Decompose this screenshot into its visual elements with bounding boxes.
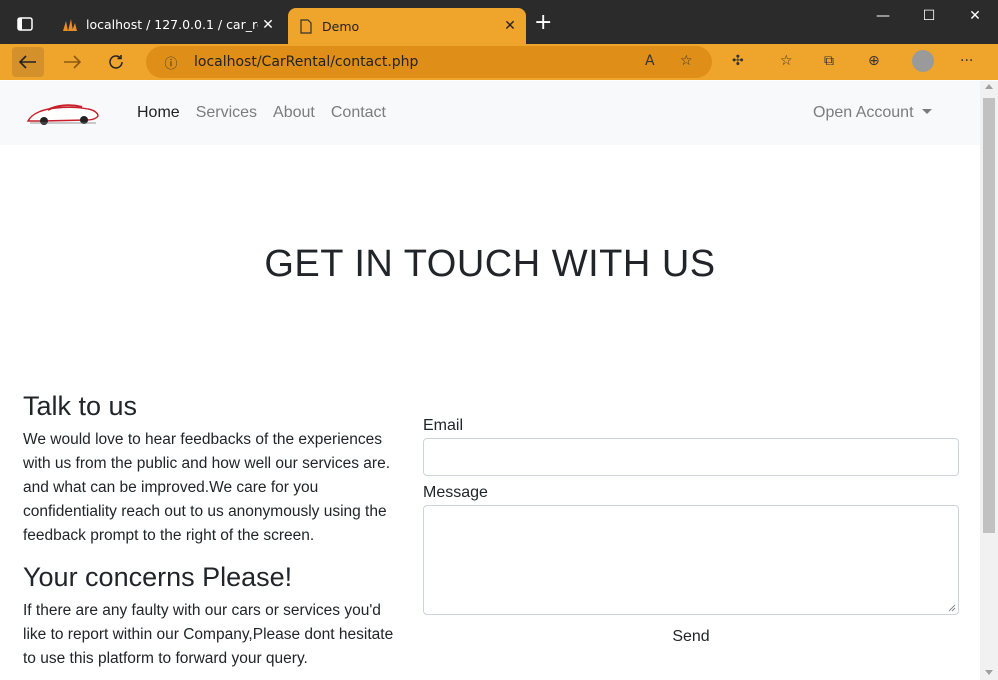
more-menu-icon[interactable]: ··· <box>960 53 973 69</box>
favorite-add-icon[interactable]: ☆ <box>680 53 693 69</box>
tab-actions-icon <box>17 17 33 31</box>
refresh-icon <box>109 55 123 69</box>
phpmyadmin-icon <box>62 17 78 33</box>
scroll-down-icon[interactable] <box>985 670 993 675</box>
tab-actions-button[interactable] <box>8 9 42 39</box>
close-window-button[interactable]: ✕ <box>952 8 998 24</box>
browser-tab-bar: localhost / 127.0.0.1 / car_rental | ✕ D… <box>0 0 998 44</box>
nav-contact-link[interactable]: Contact <box>331 104 386 122</box>
nav-home-link[interactable]: Home <box>137 104 180 122</box>
forward-arrow-icon <box>64 55 81 69</box>
nav-services-link[interactable]: Services <box>196 104 257 122</box>
refresh-button[interactable] <box>100 47 132 77</box>
page-title: GET IN TOUCH WITH US <box>264 243 716 285</box>
forward-button[interactable] <box>56 47 88 77</box>
url-text: localhost/CarRental/contact.php <box>194 54 419 70</box>
message-label: Message <box>423 484 488 501</box>
page-icon <box>298 18 314 34</box>
back-button[interactable] <box>12 47 44 77</box>
scrollbar-thumb[interactable] <box>983 98 995 533</box>
profile-avatar[interactable] <box>912 50 934 72</box>
open-account-dropdown[interactable]: Open Account <box>813 104 932 122</box>
site-info-icon[interactable]: ⓘ <box>162 53 180 72</box>
tab-title: Demo <box>322 18 360 34</box>
concerns-text: If there are any faulty with our cars or… <box>23 602 394 667</box>
tab-close-icon[interactable]: ✕ <box>500 18 520 34</box>
nav-links: Home Services About Contact <box>137 104 386 122</box>
info-column: Talk to us We would love to hear feedbac… <box>23 391 403 680</box>
collections-icon[interactable]: ⧉ <box>824 53 834 69</box>
concerns-heading: Your concerns Please! <box>23 562 293 592</box>
tab-close-icon[interactable]: ✕ <box>258 17 278 33</box>
car-logo-icon[interactable] <box>26 99 100 129</box>
resize-handle-icon[interactable] <box>948 604 956 612</box>
back-arrow-icon <box>19 55 36 69</box>
talk-to-us-text: We would love to hear feedbacks of the e… <box>23 431 390 544</box>
message-field[interactable] <box>423 505 959 615</box>
site-navbar: Home Services About Contact Open Account <box>0 81 980 145</box>
email-field[interactable] <box>423 438 959 476</box>
minimize-button[interactable]: — <box>860 8 906 24</box>
talk-to-us-heading: Talk to us <box>23 391 138 421</box>
maximize-button[interactable]: ☐ <box>906 8 952 24</box>
browser-toolbar: ⓘ localhost/CarRental/contact.php A ☆ ✣ … <box>0 44 998 80</box>
new-tab-button[interactable]: + <box>534 12 552 34</box>
email-label: Email <box>423 417 464 434</box>
read-aloud-icon[interactable]: A <box>645 53 655 69</box>
scroll-up-icon[interactable] <box>985 84 993 89</box>
contact-form: Email Message <box>423 417 959 615</box>
open-account-label: Open Account <box>813 104 914 121</box>
downloads-icon[interactable]: ⊕ <box>868 53 880 69</box>
address-bar[interactable]: ⓘ localhost/CarRental/contact.php <box>146 46 712 78</box>
send-button[interactable]: Send <box>423 628 959 646</box>
caret-down-icon <box>921 109 932 114</box>
tab-phpmyadmin[interactable]: localhost / 127.0.0.1 / car_rental | ✕ <box>52 9 284 40</box>
favorites-icon[interactable]: ☆ <box>780 53 793 69</box>
nav-about-link[interactable]: About <box>273 104 315 122</box>
web-page: Home Services About Contact Open Account… <box>0 81 980 680</box>
extensions-icon[interactable]: ✣ <box>732 53 744 69</box>
tab-demo[interactable]: Demo ✕ <box>288 8 526 44</box>
tab-title: localhost / 127.0.0.1 / car_rental | <box>86 17 258 32</box>
